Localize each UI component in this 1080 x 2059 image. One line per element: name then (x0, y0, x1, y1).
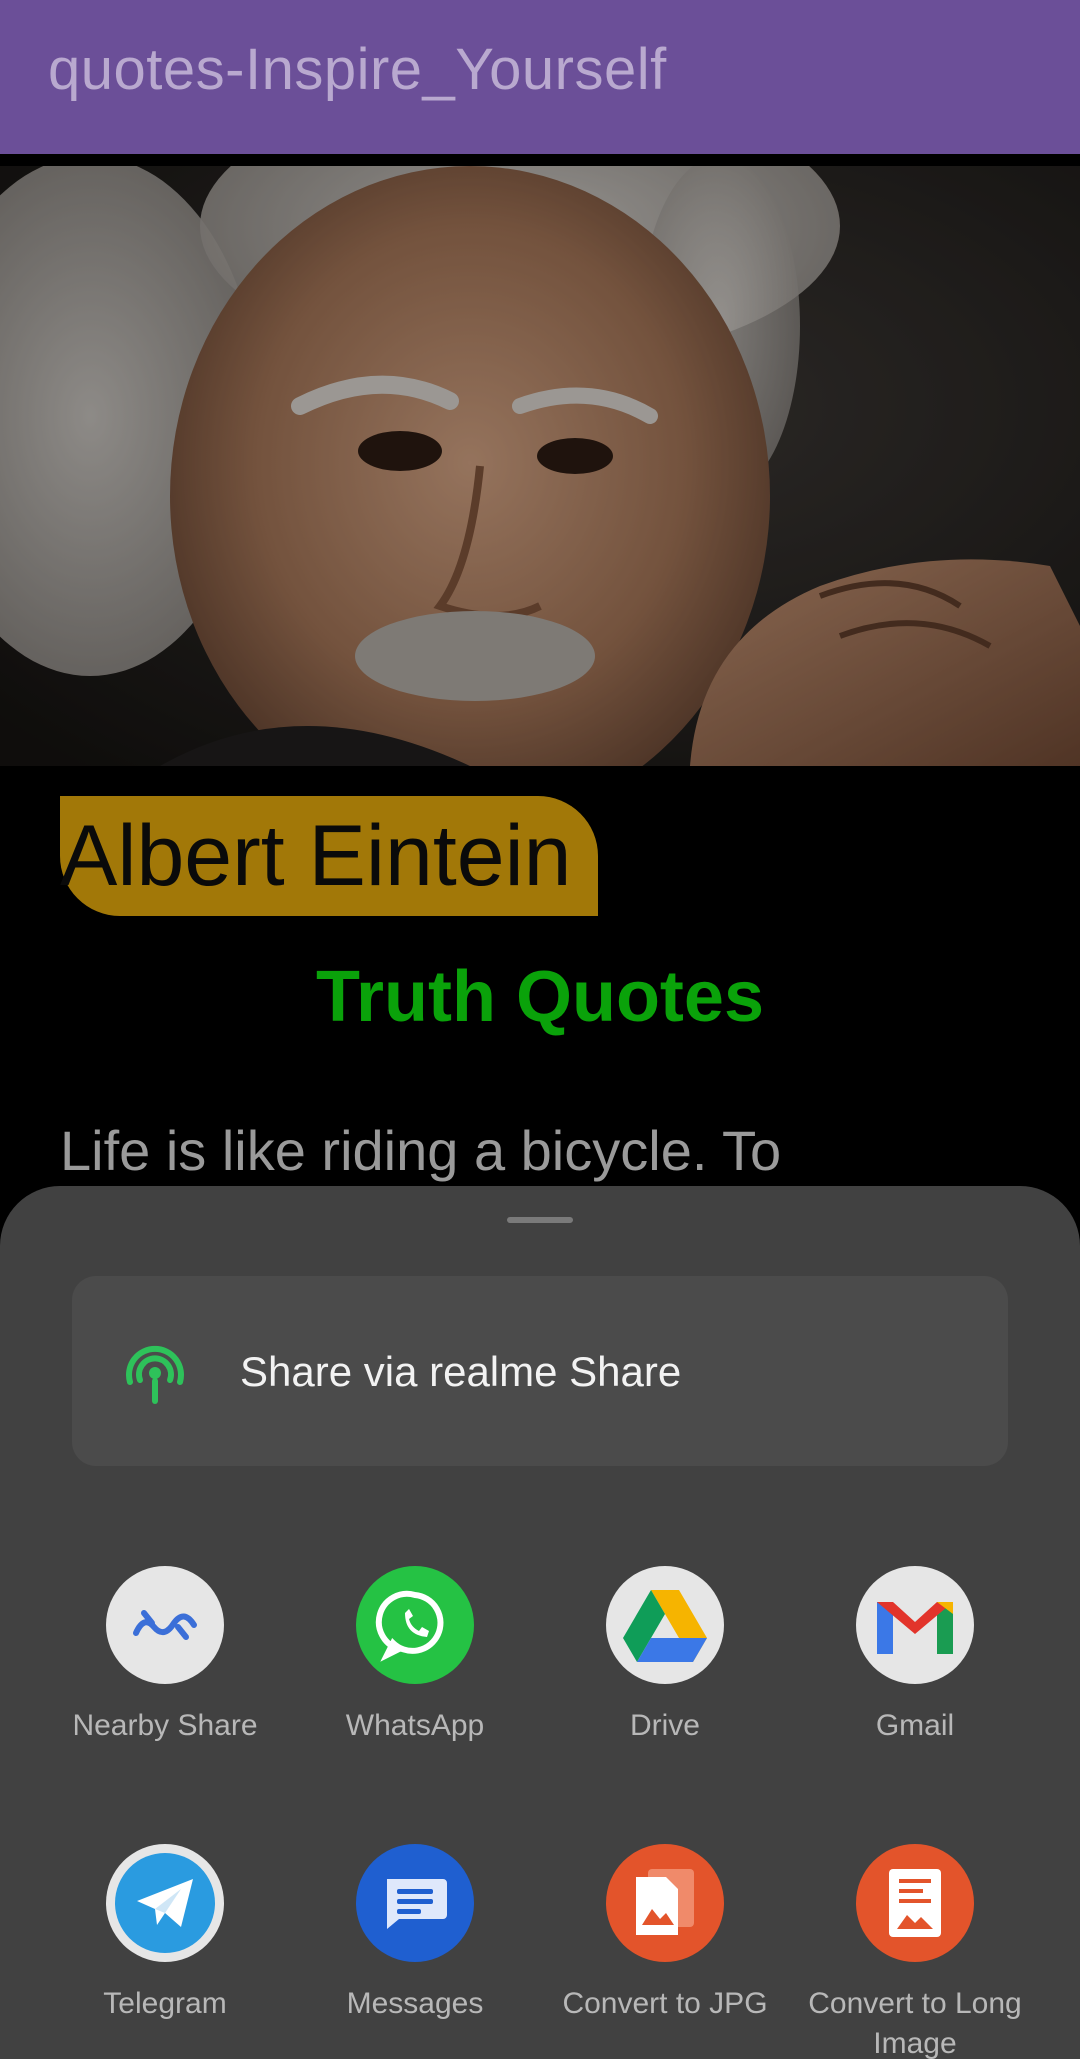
share-target-telegram[interactable]: Telegram (40, 1844, 290, 2024)
realme-share-label: Share via realme Share (240, 1348, 682, 1395)
quote-content: Albert Eintein Truth Quotes Life is like… (0, 766, 1080, 1186)
convert-long-image-icon (856, 1844, 974, 1962)
nearby-share-icon (106, 1566, 224, 1684)
share-sheet: Share via realme Share Nearby Share What… (0, 1186, 1080, 2059)
divider (0, 154, 1080, 166)
app-bar: quotes-Inspire_Yourself (0, 0, 1080, 154)
convert-jpg-icon (606, 1844, 724, 1962)
portrait-image (0, 166, 1080, 766)
gmail-icon (856, 1566, 974, 1684)
share-target-label: Convert to JPG (562, 1987, 768, 2020)
share-target-convert-jpg[interactable]: Convert to JPG (540, 1844, 790, 2024)
share-target-label: Messages (346, 1987, 484, 2020)
share-target-convert-long-image[interactable]: Convert to Long Image (790, 1844, 1040, 2059)
realme-share-button[interactable]: Share via realme Share (72, 1276, 1008, 1466)
share-target-label: Gmail (875, 1709, 955, 1742)
share-target-label: Nearby Share (72, 1709, 258, 1742)
share-target-gmail[interactable]: Gmail (790, 1566, 1040, 1746)
share-target-drive[interactable]: Drive (540, 1566, 790, 1746)
app-title: quotes-Inspire_Yourself (48, 37, 667, 102)
drag-handle[interactable] (507, 1217, 573, 1223)
share-target-nearby-share[interactable]: Nearby Share (40, 1566, 290, 1746)
quote-category: Truth Quotes (316, 957, 764, 1037)
author-name: Albert Eintein (60, 808, 572, 904)
author-photo (0, 166, 1080, 766)
share-target-label: Drive (629, 1709, 700, 1742)
telegram-icon (106, 1844, 224, 1962)
whatsapp-icon (356, 1566, 474, 1684)
google-drive-icon (606, 1566, 724, 1684)
share-target-whatsapp[interactable]: WhatsApp (290, 1566, 540, 1746)
share-target-messages[interactable]: Messages (290, 1844, 540, 2024)
share-target-label: Convert to Long Image (808, 1987, 1022, 2059)
share-target-label: Telegram (103, 1987, 227, 2020)
realme-share-icon (126, 1345, 184, 1404)
quote-text: Life is like riding a bicycle. To (60, 1119, 782, 1182)
share-target-label: WhatsApp (345, 1709, 485, 1742)
messages-icon (356, 1844, 474, 1962)
